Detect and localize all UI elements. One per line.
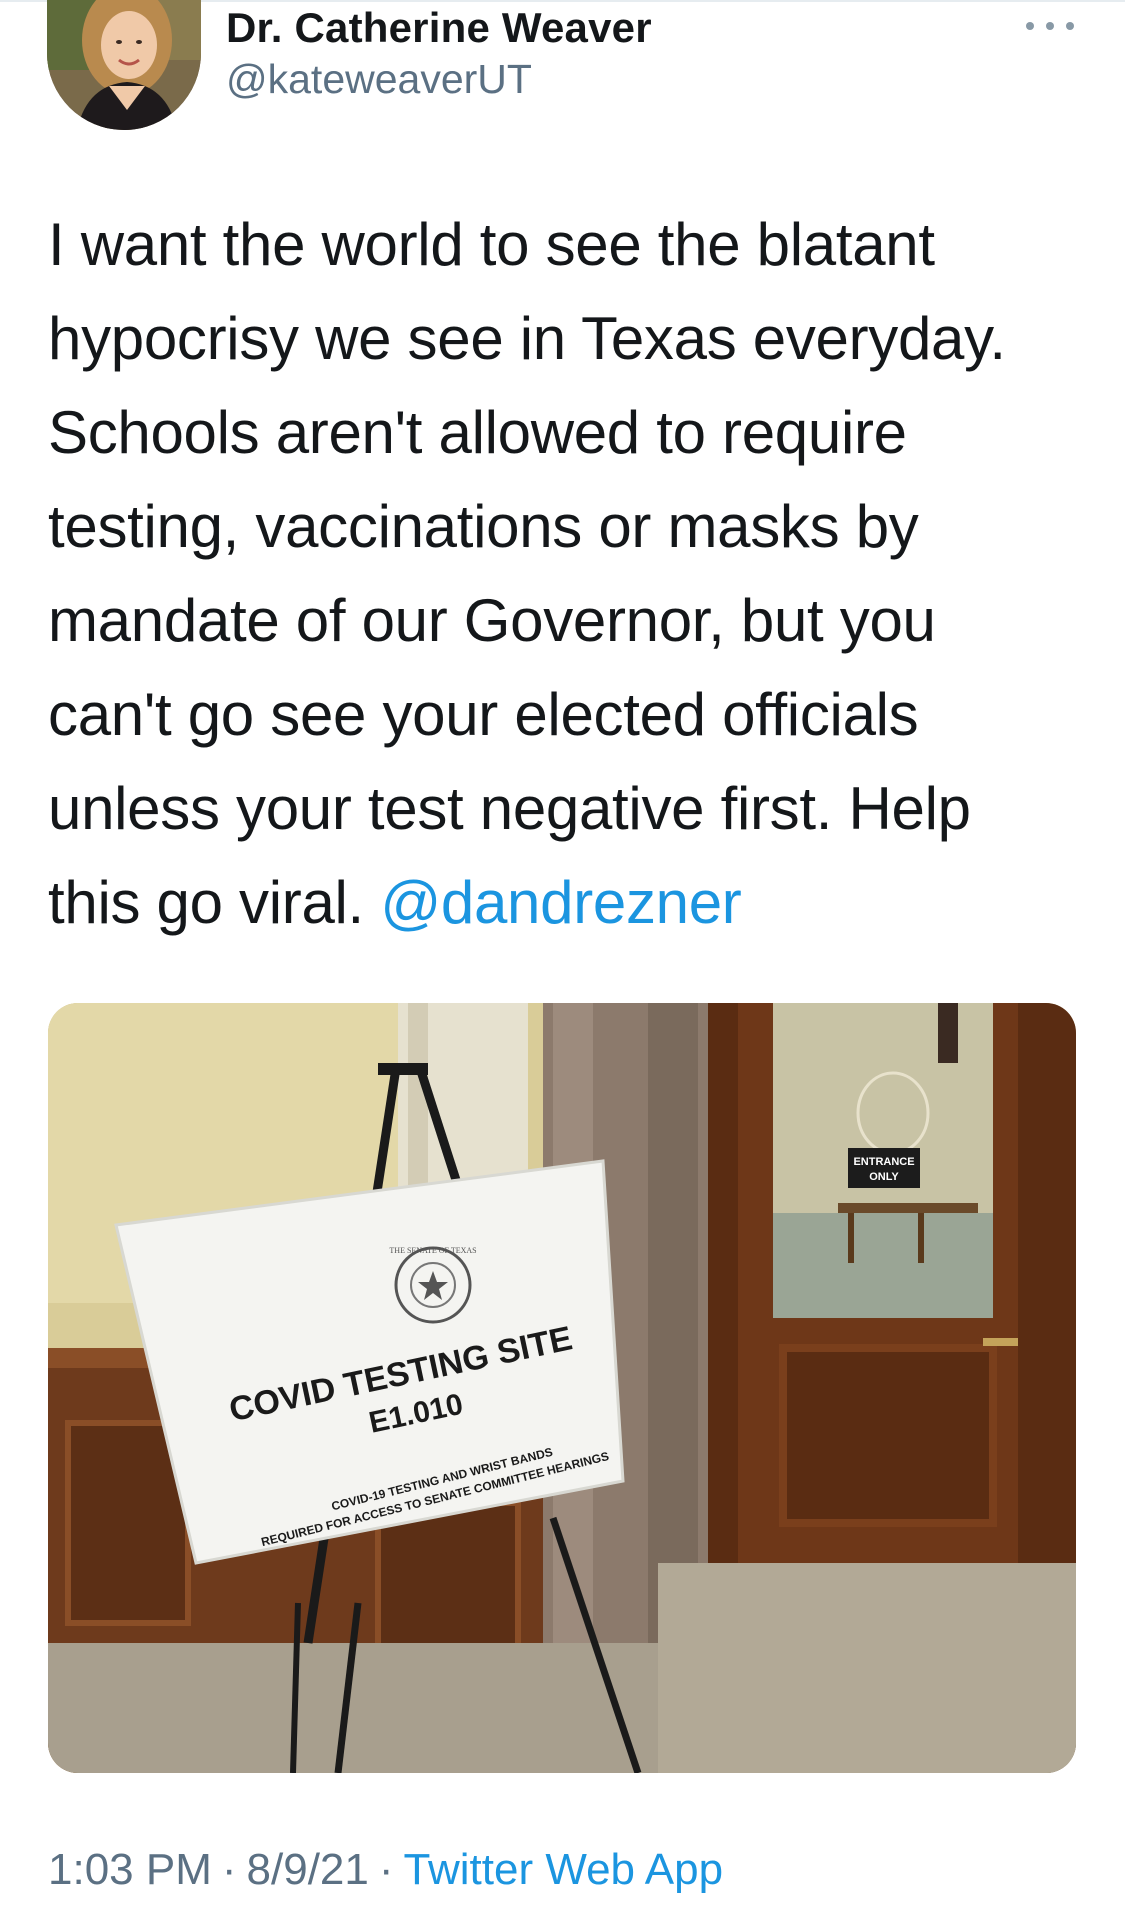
tweet-text-line: testing, vaccinations or masks by [48, 493, 919, 560]
more-dot [1066, 22, 1074, 30]
author-handle[interactable]: @kateweaverUT [226, 56, 532, 103]
tweet-metadata: 1:03 PM · 8/9/21 · Twitter Web App [48, 1845, 723, 1895]
avatar[interactable] [47, 0, 201, 130]
tweet-text-line: hypocrisy we see in Texas everyday. [48, 305, 1006, 372]
more-dot [1026, 22, 1034, 30]
tweet-text-line: mandate of our Governor, but you [48, 587, 936, 654]
tweet-text-line: I want the world to see the blatant [48, 211, 935, 278]
mention-link[interactable]: @dandrezner [380, 869, 741, 936]
tweet-text-line: unless your test negative first. Help [48, 775, 971, 842]
tweet-text-line: this go viral. [48, 869, 364, 936]
author-display-name[interactable]: Dr. Catherine Weaver [226, 4, 652, 52]
tweet: Dr. Catherine Weaver @kateweaverUT I wan… [0, 0, 1125, 1905]
avatar-image [47, 0, 201, 130]
tweet-date[interactable]: 8/9/21 [247, 1845, 369, 1894]
tweet-photo[interactable]: COVID TESTING SITE E1.010 COVID-19 TESTI… [48, 1003, 1076, 1773]
separator: · [221, 1845, 237, 1894]
tweet-source-link[interactable]: Twitter Web App [404, 1845, 724, 1894]
separator: · [378, 1845, 394, 1894]
tweet-text-line: can't go see your elected officials [48, 681, 919, 748]
more-dot [1046, 22, 1054, 30]
more-horizontal-icon[interactable] [1026, 12, 1074, 40]
photo-scene [48, 1003, 1076, 1773]
tweet-text-line: Schools aren't allowed to require [48, 399, 907, 466]
tweet-text-last-line: this go viral. @dandrezner [48, 856, 1088, 950]
tweet-time[interactable]: 1:03 PM [48, 1845, 212, 1894]
tweet-text: I want the world to see the blatant hypo… [48, 198, 1088, 950]
